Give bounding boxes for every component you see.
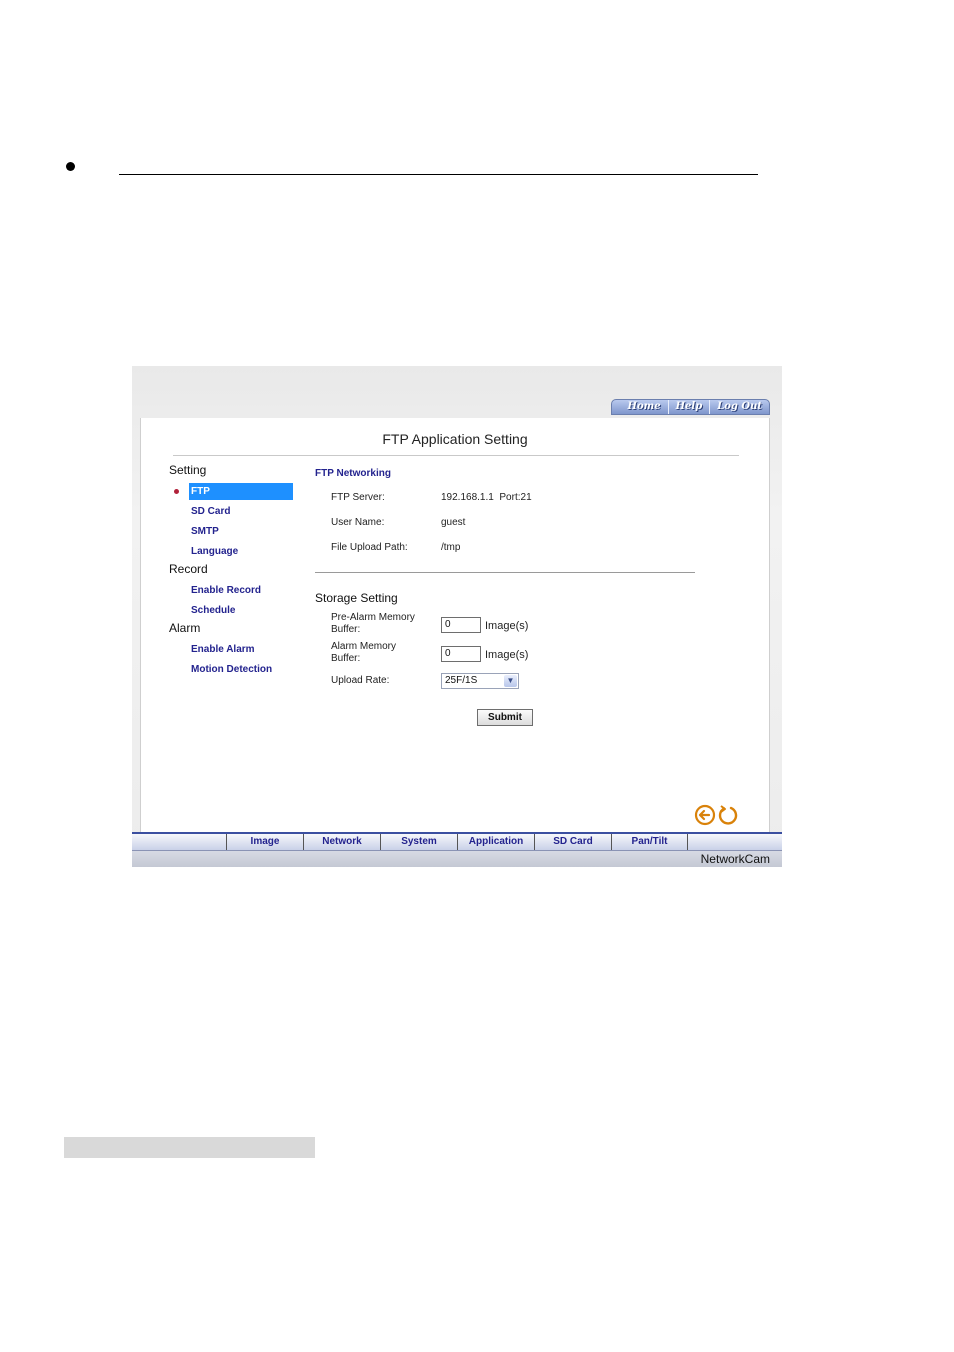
upload-rate-label: Upload Rate:	[331, 675, 390, 686]
sidebar-item-enable-record[interactable]: Enable Record	[189, 582, 261, 599]
tab-sd-card[interactable]: SD Card	[534, 834, 611, 850]
upload-path-value: /tmp	[441, 542, 461, 553]
storage-setting-title: Storage Setting	[315, 591, 398, 605]
sidebar-group-record: Record	[169, 562, 208, 576]
section-divider	[315, 572, 695, 573]
page-title: FTP Application Setting	[382, 431, 528, 447]
top-nav: Home Help Log Out	[610, 399, 770, 415]
user-name-value: guest	[441, 517, 466, 528]
tab-image[interactable]: Image	[226, 834, 303, 850]
pre-alarm-buffer-label: Pre-Alarm Memory Buffer:	[331, 612, 415, 635]
tab-network[interactable]: Network	[303, 834, 380, 850]
ftp-server-label: FTP Server:	[331, 492, 385, 503]
tab-pan-tilt[interactable]: Pan/Tilt	[611, 834, 688, 850]
brand-name: NetworkCam	[700, 852, 770, 866]
brand-bar: NetworkCam	[132, 850, 782, 867]
logout-link[interactable]: Log Out	[709, 400, 769, 414]
gray-highlight-bar	[64, 1137, 315, 1158]
screenshot-frame: Home Help Log Out FTP Application Settin…	[132, 366, 782, 867]
alarm-buffer-label: Alarm Memory Buffer:	[331, 641, 397, 664]
user-name-label: User Name:	[331, 517, 385, 528]
settings-panel: FTP Application Setting Setting FTP SD C…	[140, 418, 770, 832]
title-divider	[173, 455, 739, 456]
pre-alarm-buffer-input[interactable]: 0	[441, 617, 481, 633]
bottom-nav-bar: Image Network System Application SD Card…	[132, 832, 782, 850]
bullet-point	[66, 162, 75, 171]
submit-button[interactable]: Submit	[477, 709, 533, 726]
sidebar-item-smtp[interactable]: SMTP	[189, 523, 219, 540]
ftp-server-value: 192.168.1.1 Port:21	[441, 492, 532, 503]
alarm-buffer-input[interactable]: 0	[441, 646, 481, 662]
ftp-networking-title: FTP Networking	[315, 468, 391, 479]
pre-alarm-unit: Image(s)	[485, 620, 529, 632]
refresh-icon[interactable]	[717, 804, 739, 826]
tab-system[interactable]: System	[380, 834, 457, 850]
alarm-unit: Image(s)	[485, 649, 529, 661]
tab-application[interactable]: Application	[457, 834, 534, 850]
sidebar-group-alarm: Alarm	[169, 621, 201, 635]
sidebar-item-ftp[interactable]: FTP	[189, 483, 293, 500]
sidebar-item-language[interactable]: Language	[189, 543, 238, 560]
upload-rate-value: 25F/1S	[445, 675, 478, 686]
active-bullet-icon	[174, 489, 179, 494]
home-link[interactable]: Home	[612, 400, 668, 414]
bottom-tabs: Image Network System Application SD Card…	[226, 834, 688, 850]
sidebar-item-motion-detection[interactable]: Motion Detection	[189, 661, 272, 678]
upload-path-label: File Upload Path:	[331, 542, 408, 553]
heading-underline	[119, 174, 758, 175]
back-arrow-icon[interactable]	[694, 804, 716, 826]
sidebar-item-sd-card[interactable]: SD Card	[189, 503, 230, 520]
upload-rate-select[interactable]: 25F/1S ▼	[441, 673, 519, 689]
chevron-down-icon: ▼	[504, 675, 517, 687]
sidebar-item-schedule[interactable]: Schedule	[189, 602, 235, 619]
sidebar-item-enable-alarm[interactable]: Enable Alarm	[189, 641, 255, 658]
nav-icons	[694, 804, 739, 826]
sidebar-group-setting: Setting	[169, 463, 207, 477]
help-link[interactable]: Help	[667, 400, 710, 414]
